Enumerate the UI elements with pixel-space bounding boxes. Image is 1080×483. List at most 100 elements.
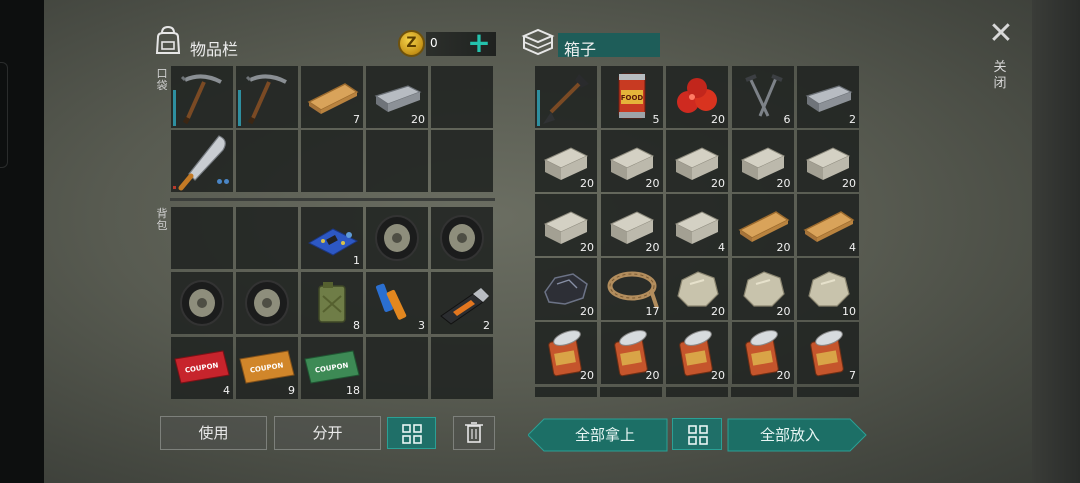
box-slot[interactable]: 20 bbox=[600, 194, 663, 256]
backpack-slot[interactable]: 1 bbox=[301, 207, 363, 269]
box-icon bbox=[521, 28, 555, 56]
attachment-dots bbox=[215, 169, 229, 188]
item-count: 20 bbox=[776, 177, 791, 190]
durability-bar bbox=[537, 90, 540, 126]
pocket-slot[interactable] bbox=[431, 130, 493, 192]
trash-button[interactable] bbox=[453, 416, 495, 450]
item-count: 5 bbox=[652, 113, 660, 126]
pocket-slot[interactable]: 7 bbox=[301, 66, 363, 128]
backpack-slot[interactable]: COUPON 4 bbox=[171, 337, 233, 399]
box-slot[interactable]: FOOD 5 bbox=[600, 66, 663, 128]
put-all-button[interactable]: 全部放入 bbox=[730, 419, 850, 451]
box-slot[interactable]: 4 bbox=[797, 194, 859, 256]
pocket-slot[interactable] bbox=[431, 66, 493, 128]
sort-box-button[interactable] bbox=[672, 418, 722, 450]
item-count: 7 bbox=[353, 113, 360, 126]
backpack-slot[interactable] bbox=[236, 272, 298, 334]
item-count: 2 bbox=[483, 319, 490, 332]
item-count: 17 bbox=[645, 305, 660, 318]
item-count: 20 bbox=[645, 241, 660, 254]
box-slot[interactable]: 4 bbox=[666, 194, 728, 256]
item-count: 8 bbox=[353, 319, 360, 332]
box-slot[interactable]: 17 bbox=[600, 258, 663, 320]
add-coins-button[interactable]: + bbox=[466, 29, 492, 58]
pickaxe-icon bbox=[180, 74, 222, 125]
backpack-slot[interactable]: COUPON 9 bbox=[236, 337, 298, 399]
wheel-icon bbox=[375, 215, 419, 261]
use-button[interactable]: 使用 bbox=[160, 416, 267, 450]
item-count: 20 bbox=[711, 177, 725, 190]
item-count: 2 bbox=[849, 113, 856, 126]
box-slot[interactable]: 20 bbox=[600, 130, 663, 192]
backpack-slot[interactable] bbox=[236, 207, 298, 269]
backpack-slot[interactable] bbox=[431, 337, 493, 399]
box-slot[interactable]: 10 bbox=[797, 258, 859, 320]
backpack-slot[interactable]: 2 bbox=[431, 272, 493, 334]
pocket-slot[interactable] bbox=[301, 130, 363, 192]
backpack-slot[interactable] bbox=[366, 207, 428, 269]
item-count: 1 bbox=[353, 254, 360, 267]
item-count: 20 bbox=[776, 305, 791, 318]
pocket-slot[interactable] bbox=[236, 66, 298, 128]
wheel-icon bbox=[180, 280, 224, 326]
item-count: 4 bbox=[849, 241, 856, 254]
backpack-icon bbox=[155, 25, 181, 54]
box-slot[interactable]: 20 bbox=[666, 322, 728, 384]
box-slot[interactable]: 20 bbox=[731, 322, 794, 384]
item-count: 20 bbox=[776, 369, 791, 382]
item-count: 3 bbox=[418, 319, 425, 332]
item-count: 20 bbox=[580, 177, 594, 190]
item-count: 20 bbox=[645, 369, 660, 382]
take-all-button[interactable]: 全部拿上 bbox=[545, 419, 665, 451]
wheel-icon bbox=[245, 280, 289, 326]
item-count: 20 bbox=[580, 369, 594, 382]
pocket-slot[interactable] bbox=[171, 130, 233, 192]
box-slot[interactable]: 20 bbox=[600, 322, 663, 384]
device-left-edge bbox=[0, 0, 44, 483]
pocket-slot[interactable]: 20 bbox=[366, 66, 428, 128]
pocket-slot[interactable] bbox=[236, 130, 298, 192]
trash-icon bbox=[465, 422, 483, 443]
item-count: 4 bbox=[718, 241, 725, 254]
box-slot[interactable]: 20 bbox=[666, 130, 728, 192]
box-slot[interactable]: 20 bbox=[535, 258, 597, 320]
box-slot[interactable]: 20 bbox=[731, 194, 794, 256]
device-right-edge bbox=[1032, 0, 1080, 483]
section-divider bbox=[170, 198, 495, 201]
item-count: 9 bbox=[288, 384, 295, 397]
item-count: 6 bbox=[783, 113, 791, 126]
split-button[interactable]: 分开 bbox=[274, 416, 381, 450]
box-slot[interactable]: 20 bbox=[535, 194, 597, 256]
durability-bar bbox=[238, 90, 241, 126]
grid-icon bbox=[402, 424, 422, 444]
durability-bar bbox=[173, 90, 176, 126]
close-label[interactable]: 关闭 bbox=[993, 60, 1007, 92]
box-slot[interactable]: 20 bbox=[535, 130, 597, 192]
backpack-slot[interactable]: 8 bbox=[301, 272, 363, 334]
box-slot[interactable]: 20 bbox=[797, 130, 859, 192]
backpack-slot[interactable]: COUPON 18 bbox=[301, 337, 363, 399]
box-slot[interactable]: 7 bbox=[797, 322, 859, 384]
backpack-slot[interactable]: 3 bbox=[366, 272, 428, 334]
box-slot[interactable]: 20 bbox=[535, 322, 597, 384]
backpack-slot[interactable] bbox=[171, 272, 233, 334]
backpack-label: 背包 bbox=[156, 207, 168, 232]
close-icon[interactable]: ✕ bbox=[988, 19, 1014, 49]
box-slot[interactable]: 2 bbox=[797, 66, 859, 128]
box-slot[interactable]: 20 bbox=[666, 66, 728, 128]
backpack-slot[interactable] bbox=[366, 337, 428, 399]
item-count: 20 bbox=[711, 113, 725, 126]
sort-inventory-button[interactable] bbox=[387, 417, 436, 449]
item-count: 20 bbox=[645, 177, 660, 190]
box-slot[interactable]: 20 bbox=[731, 258, 794, 320]
backpack-slot[interactable] bbox=[431, 207, 493, 269]
pocket-slot[interactable] bbox=[366, 130, 428, 192]
pocket-slot[interactable] bbox=[171, 66, 233, 128]
box-title: 箱子 bbox=[564, 40, 597, 59]
box-slot[interactable]: 6 bbox=[731, 66, 794, 128]
box-slot[interactable] bbox=[535, 66, 597, 128]
backpack-slot[interactable] bbox=[171, 207, 233, 269]
box-slot[interactable]: 20 bbox=[731, 130, 794, 192]
wheel-icon bbox=[440, 215, 484, 261]
box-slot[interactable]: 20 bbox=[666, 258, 728, 320]
